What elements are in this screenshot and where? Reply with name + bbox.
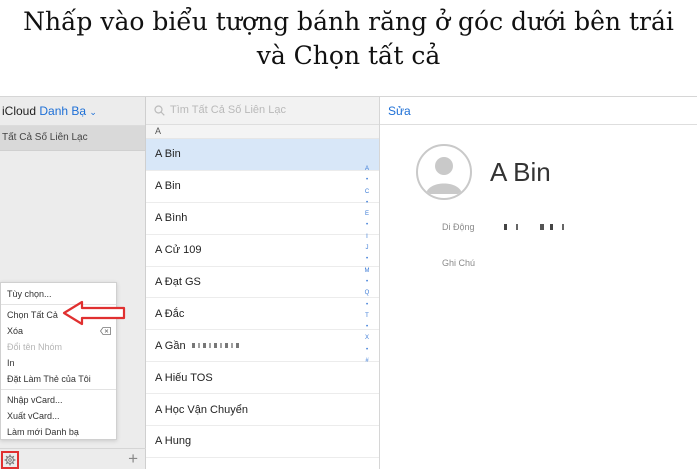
contact-detail: Sửa A Bin Di Động Ghi Chú: [380, 97, 697, 469]
index-letter[interactable]: X: [362, 333, 372, 344]
sidebar: iCloud Danh Bạ ⌄ Tất Cả Số Liên Lạc Tùy …: [0, 97, 146, 469]
alphabet-index[interactable]: A • C • E • I J • M • Q • T • X • #: [362, 164, 372, 367]
contact-name: A Đắc: [155, 307, 185, 320]
menu-item-make-my-card[interactable]: Đặt Làm Thẻ của Tôi: [1, 371, 116, 387]
index-letter[interactable]: •: [362, 300, 372, 311]
index-letter[interactable]: C: [362, 187, 372, 198]
menu-item-import-vcard[interactable]: Nhập vCard...: [1, 392, 116, 408]
mobile-value-redacted[interactable]: [504, 224, 574, 230]
contact-row[interactable]: A Bin: [146, 139, 379, 171]
contact-name: A Cử 109: [155, 244, 202, 257]
gear-icon[interactable]: [1, 451, 19, 469]
contact-list: Tìm Tất Cả Số Liên Lạc A A Bin A Bin A B…: [146, 97, 380, 469]
menu-item-rename-group: Đổi tên Nhóm: [7, 342, 63, 352]
redacted-text: [191, 343, 242, 349]
contacts-app: iCloud Danh Bạ ⌄ Tất Cả Số Liên Lạc Tùy …: [0, 96, 697, 469]
gear-glyph: [4, 454, 16, 466]
contact-row[interactable]: A Đạt GS: [146, 267, 379, 299]
index-letter[interactable]: I: [362, 232, 372, 243]
contact-name: A Bin: [155, 148, 181, 161]
contact-name: A Gần: [155, 339, 186, 352]
search-icon: [154, 105, 165, 116]
contact-name-heading: A Bin: [490, 157, 551, 187]
contact-row[interactable]: A Hiếu TOS: [146, 362, 379, 395]
red-arrow-annotation: [62, 300, 126, 326]
sidebar-item-all-contacts[interactable]: Tất Cả Số Liên Lạc: [0, 125, 145, 151]
index-letter[interactable]: T: [362, 311, 372, 322]
chevron-down-icon[interactable]: ⌄: [89, 107, 97, 117]
sidebar-header[interactable]: iCloud Danh Bạ ⌄: [0, 97, 145, 125]
avatar: [416, 144, 472, 200]
contact-name: A Hung: [155, 435, 192, 448]
index-letter[interactable]: A: [362, 164, 372, 175]
index-letter[interactable]: •: [362, 277, 372, 288]
index-letter[interactable]: J: [362, 243, 372, 254]
search-placeholder: Tìm Tất Cả Số Liên Lạc: [170, 104, 286, 116]
contact-name: A Học Vận Chuyển: [155, 403, 248, 416]
index-letter[interactable]: E: [362, 209, 372, 220]
menu-item-delete-label: Xóa: [7, 326, 24, 336]
caption-line-2: và Chọn tất cả: [256, 41, 441, 70]
menu-divider: [1, 389, 116, 390]
contact-row[interactable]: A Đắc: [146, 298, 379, 331]
add-contact-button[interactable]: +: [128, 449, 138, 469]
note-label: Ghi Chú: [442, 258, 476, 268]
section-title[interactable]: Danh Bạ: [39, 104, 86, 118]
index-letter[interactable]: Q: [362, 288, 372, 299]
menu-item-export-vcard[interactable]: Xuất vCard...: [1, 408, 116, 424]
menu-item-print[interactable]: In: [1, 355, 116, 371]
instruction-caption: Nhấp vào biểu tượng bánh răng ở góc dưới…: [0, 0, 697, 92]
contact-row[interactable]: A Học Vận Chuyển: [146, 394, 379, 427]
search-bar[interactable]: Tìm Tất Cả Số Liên Lạc: [146, 97, 379, 125]
index-letter[interactable]: •: [362, 220, 372, 231]
sidebar-footer: +: [0, 448, 146, 469]
contact-name: A Bình: [155, 212, 188, 225]
caption-line-1: Nhấp vào biểu tượng bánh răng ở góc dưới…: [23, 7, 674, 36]
index-letter[interactable]: •: [362, 198, 372, 209]
index-letter[interactable]: M: [362, 266, 372, 277]
app-name: iCloud: [2, 104, 37, 118]
contact-name: A Đạt GS: [155, 276, 201, 288]
contact-row[interactable]: A Hung: [146, 426, 379, 458]
contact-name: A Bin: [155, 180, 181, 193]
contact-row[interactable]: A Gần: [146, 330, 379, 363]
section-header-a: A: [146, 125, 379, 139]
menu-item-refresh-contacts[interactable]: Làm mới Danh bạ: [1, 424, 116, 440]
edit-button[interactable]: Sửa: [388, 104, 411, 118]
detail-header: Sửa: [380, 97, 697, 125]
delete-key-icon: [100, 327, 111, 335]
contact-name: A Hiếu TOS: [155, 371, 213, 384]
index-letter[interactable]: #: [362, 356, 372, 367]
contact-row[interactable]: A Cử 109: [146, 235, 379, 267]
index-letter[interactable]: •: [362, 254, 372, 265]
contact-row[interactable]: A Bình: [146, 203, 379, 235]
index-letter[interactable]: •: [362, 322, 372, 333]
person-icon: [426, 157, 462, 194]
index-letter[interactable]: •: [362, 345, 372, 356]
index-letter[interactable]: •: [362, 175, 372, 186]
mobile-label: Di Động: [442, 222, 475, 232]
contact-row[interactable]: A Bin: [146, 171, 379, 203]
